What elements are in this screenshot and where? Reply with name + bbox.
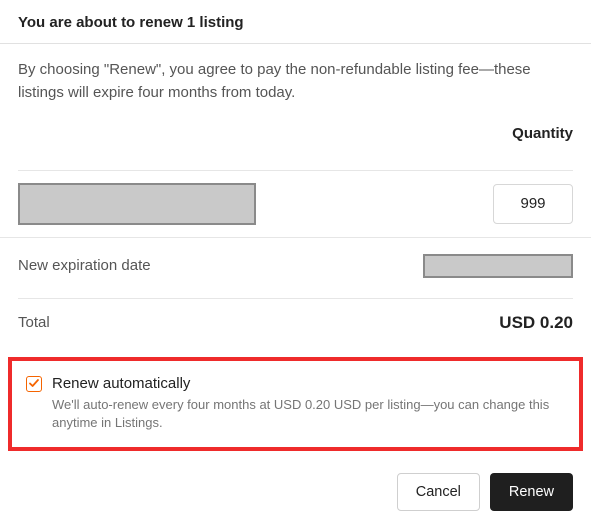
total-label: Total bbox=[18, 314, 50, 331]
total-value: USD 0.20 bbox=[499, 313, 573, 333]
cancel-button[interactable]: Cancel bbox=[397, 473, 480, 511]
quantity-column-header: Quantity bbox=[18, 125, 573, 142]
intro-section: By choosing "Renew", you agree to pay th… bbox=[0, 44, 591, 160]
auto-renew-section: Renew automatically We'll auto-renew eve… bbox=[8, 357, 583, 452]
auto-renew-label: Renew automatically bbox=[52, 375, 190, 392]
listing-thumbnail-placeholder bbox=[18, 183, 256, 225]
listing-row bbox=[0, 171, 591, 237]
expiration-row: New expiration date bbox=[0, 238, 591, 288]
intro-text: By choosing "Renew", you agree to pay th… bbox=[18, 58, 573, 105]
dialog-footer: Cancel Renew bbox=[0, 463, 591, 527]
renew-listing-dialog: You are about to renew 1 listing By choo… bbox=[0, 0, 591, 527]
quantity-input[interactable] bbox=[493, 184, 573, 224]
expiration-label: New expiration date bbox=[18, 257, 151, 274]
total-row: Total USD 0.20 bbox=[0, 299, 591, 351]
checkmark-icon bbox=[29, 379, 39, 388]
auto-renew-description: We'll auto-renew every four months at US… bbox=[52, 396, 565, 434]
renew-button[interactable]: Renew bbox=[490, 473, 573, 511]
auto-renew-checkbox[interactable] bbox=[26, 376, 42, 392]
expiration-date-placeholder bbox=[423, 254, 573, 278]
dialog-title: You are about to renew 1 listing bbox=[0, 0, 591, 44]
